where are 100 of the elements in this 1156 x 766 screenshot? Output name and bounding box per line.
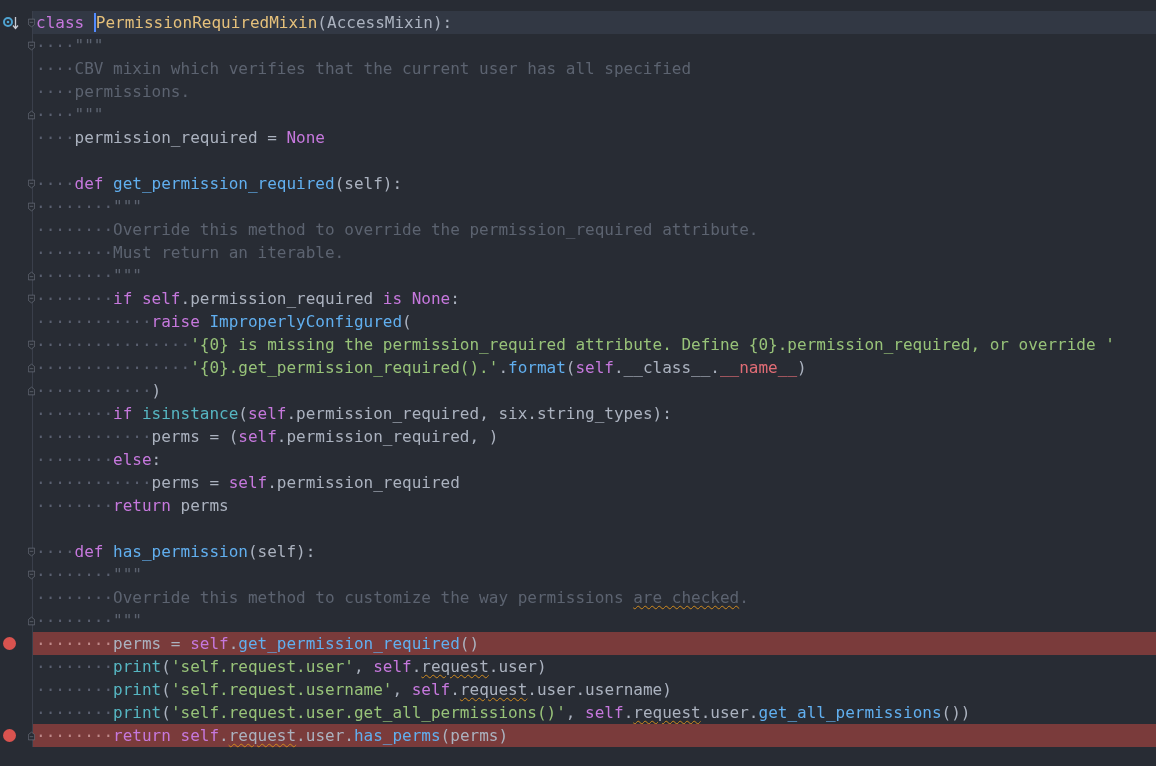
whitespace-dots: ········ [36,196,114,218]
code-token: 'self.request.user' [170,656,354,678]
code-token: CBV mixin which verifies that the current user has all specified [74,58,692,80]
whitespace-dots: ···· [36,35,75,57]
code-token: (perms) [440,725,509,747]
fold-marker-icon[interactable] [28,614,35,627]
code-token: ) [797,357,807,379]
code-token: print [113,656,162,678]
whitespace-dots: ········ [36,656,114,678]
code-token: ImproperlyConfigured [209,311,403,333]
code-token: .user.username) [527,679,672,701]
code-token: ( [161,702,171,724]
code-token: .permission_required, ) [276,426,499,448]
whitespace-dots: ········ [36,219,114,241]
fold-marker-icon[interactable] [28,545,35,558]
code-token: get_all_permissions [758,702,942,724]
code-token: perms = [113,633,182,655]
whitespace-dots: ········ [36,610,114,632]
whitespace-dots: ········ [36,403,114,425]
whitespace-dots: ············ [36,311,152,333]
code-token: """ [74,104,104,126]
code-token: is None [382,288,451,310]
code-token: . [228,633,239,655]
code-token: PermissionRequiredMixin [95,12,318,34]
whitespace-dots: ···· [36,104,75,126]
code-token: .user. [700,702,759,724]
code-token: ) [151,380,162,402]
code-token: isinstance [141,403,239,425]
code-token: .permission_required, six.string_types): [286,403,672,425]
override-method-icon[interactable] [3,15,19,30]
code-token: , [353,656,365,678]
fold-marker-icon[interactable] [28,177,35,190]
fold-marker-icon[interactable] [28,568,35,581]
code-token: return [113,725,172,747]
fold-marker-icon[interactable] [28,384,35,397]
code-token: """ [113,564,142,586]
fold-marker-icon[interactable] [28,108,35,121]
code-token: perms = [151,472,221,494]
code-token: .__class__. [614,357,720,379]
code-token: are checked [633,587,740,609]
code-token: get_permission_required [113,173,335,195]
code-token: def [74,541,105,563]
whitespace-dots: ········ [36,564,114,586]
code-token: permissions. [74,81,191,103]
code-token: ( [161,679,171,701]
whitespace-dots: ···· [36,127,75,149]
code-token: perms = ( [151,426,239,448]
code-token: """ [74,35,104,57]
code-token: self [228,472,268,494]
code-token: else [113,449,152,471]
code-token: permission_required = [74,127,278,149]
code-token: perms [180,495,229,517]
whitespace-dots: ········ [36,288,114,310]
whitespace-dots: ············ [36,380,152,402]
code-token: '{0} is missing the permission_required attribute. Define {0}.permission_required, or override ' [190,334,1115,356]
code-token: self [585,702,624,724]
fold-marker-icon[interactable] [28,39,35,52]
whitespace-dots: ········ [36,725,114,747]
fold-marker-icon[interactable] [28,16,35,29]
whitespace-dots: ········ [36,495,114,517]
fold-marker-icon[interactable] [28,269,35,282]
code-token: request [228,725,297,747]
code-token: ( [402,311,412,333]
whitespace-dots: ···· [36,541,75,563]
code-token: . [623,702,634,724]
whitespace-dots: ········ [36,587,114,609]
code-token: .permission_required [180,288,375,310]
code-token: ( [161,656,171,678]
fold-marker-icon[interactable] [28,292,35,305]
code-token: ( [565,357,576,379]
code-token: self [190,633,229,655]
code-token: self [238,426,277,448]
fold-marker-icon[interactable] [28,338,35,351]
code-token: Override this method to customize the way permissions [113,587,625,609]
code-token: .user. [296,725,354,747]
fold-marker-icon[interactable] [28,729,35,742]
whitespace-dots: ········ [36,679,114,701]
code-token: . [498,357,508,379]
code-token: request [633,702,701,724]
whitespace-dots: ········ [36,265,114,287]
code-token: . [411,656,422,678]
code-token: (AccessMixin): [317,12,453,34]
code-token: request [421,656,489,678]
fold-marker-icon[interactable] [28,200,35,213]
code-token: has_perms [353,725,441,747]
whitespace-dots: ···· [36,58,75,80]
code-token: , [565,702,577,724]
code-token: .user) [488,656,547,678]
code-token: """ [113,610,142,632]
code-token: print [113,679,162,701]
whitespace-dots: ········ [36,702,114,724]
whitespace-dots: ···· [36,173,75,195]
code-token: (self): [247,541,316,563]
whitespace-dots: ················ [36,357,191,379]
code-token: format [508,357,566,379]
code-token: def [74,173,105,195]
whitespace-dots: ················ [36,334,191,356]
fold-marker-icon[interactable] [28,361,35,374]
code-token: if [113,403,134,425]
code-token: None [286,127,325,149]
